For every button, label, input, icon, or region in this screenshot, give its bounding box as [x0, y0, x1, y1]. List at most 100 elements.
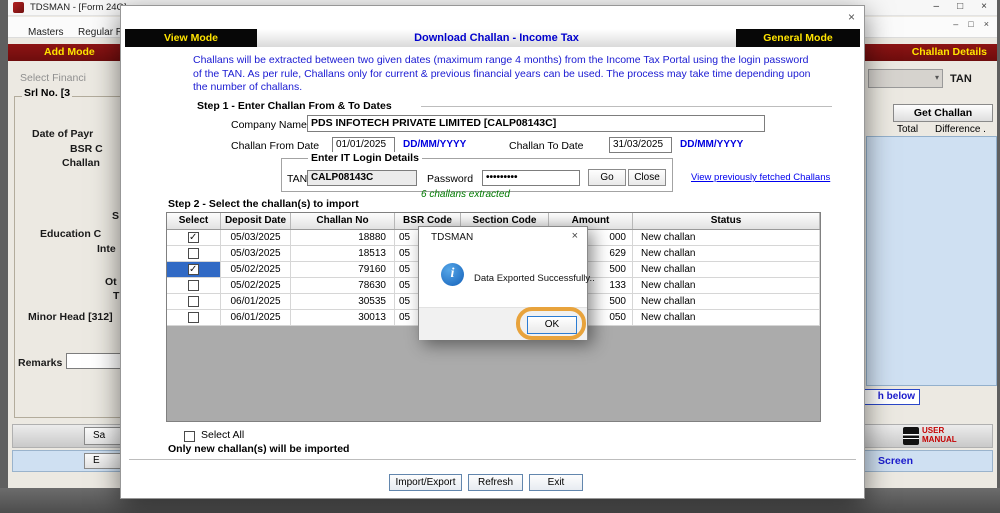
total-label: T — [113, 290, 119, 302]
row3-status: New challan — [633, 262, 820, 277]
window-controls: – □ × — [934, 1, 987, 12]
checkbox-icon[interactable] — [188, 248, 199, 259]
info-icon: i — [441, 263, 464, 286]
menu-masters[interactable]: Masters — [28, 27, 64, 38]
window-title: TDSMAN - [Form 24Q] — [30, 2, 127, 13]
row2-challan-no: 18513 — [291, 246, 395, 261]
row4-challan-no: 78630 — [291, 278, 395, 293]
close-button[interactable]: Close — [628, 169, 666, 186]
import-export-button[interactable]: Import/Export — [389, 474, 462, 491]
step1-label: Step 1 - Enter Challan From & To Dates — [197, 100, 392, 112]
close-icon[interactable]: × — [981, 1, 987, 12]
education-cess-label: Education C — [40, 228, 101, 240]
tdsman-message-box: TDSMAN × i Data Exported Successfully.. … — [418, 226, 588, 340]
footer-divider — [129, 459, 856, 461]
tan-label: TAN — [950, 73, 972, 85]
refresh-button[interactable]: Refresh — [468, 474, 523, 491]
mdi-window-controls: – □ × — [953, 19, 989, 29]
date-of-payment-label: Date of Payr — [32, 128, 93, 140]
message-box-title: TDSMAN — [431, 232, 473, 243]
checkbox-icon[interactable] — [188, 264, 199, 275]
chevron-down-icon: ▾ — [935, 73, 939, 82]
checkbox-icon[interactable] — [188, 232, 199, 243]
ok-button[interactable]: OK — [527, 316, 577, 334]
general-mode-tab[interactable]: General Mode — [736, 29, 860, 47]
row1-challan-no: 18880 — [291, 230, 395, 245]
row2-select-cell[interactable] — [167, 246, 221, 261]
bsr-code-label: BSR C — [70, 143, 103, 155]
row1-select-cell[interactable] — [167, 230, 221, 245]
banner-challan-details[interactable]: Challan Details — [912, 46, 987, 58]
col-select[interactable]: Select — [167, 213, 221, 229]
dialog-title: Download Challan - Income Tax — [257, 29, 736, 47]
view-fetched-challans-link[interactable]: View previously fetched Challans — [691, 172, 830, 183]
row1-status: New challan — [633, 230, 820, 245]
row6-deposit-date: 06/01/2025 — [221, 310, 291, 325]
remarks-label: Remarks — [18, 357, 62, 369]
row5-select-cell[interactable] — [167, 294, 221, 309]
remarks-input[interactable] — [66, 353, 122, 369]
col-deposit-date[interactable]: Deposit Date — [221, 213, 291, 229]
total-column-header: Total — [897, 124, 918, 135]
surcharge-label: S — [112, 210, 119, 222]
row6-select-cell[interactable] — [167, 310, 221, 325]
dialog-close-icon[interactable]: × — [848, 10, 855, 24]
row5-deposit-date: 06/01/2025 — [221, 294, 291, 309]
from-date-input[interactable]: 01/01/2025 — [332, 137, 395, 153]
col-challan-no[interactable]: Challan No — [291, 213, 395, 229]
banner-add-mode[interactable]: Add Mode — [44, 46, 95, 58]
checkbox-icon[interactable] — [188, 280, 199, 291]
tan-input[interactable]: CALP08143C — [307, 170, 417, 186]
row4-select-cell[interactable] — [167, 278, 221, 293]
user-manual-line2: MANUAL — [922, 435, 957, 444]
to-date-input[interactable]: 31/03/2025 — [609, 137, 672, 153]
row3-deposit-date: 05/02/2025 — [221, 262, 291, 277]
user-manual-icon[interactable] — [903, 427, 919, 445]
message-box-text: Data Exported Successfully.. — [474, 273, 595, 284]
select-all-checkbox[interactable] — [184, 431, 195, 442]
challan-label: Challan — [62, 157, 100, 169]
import-note: Only new challan(s) will be imported — [168, 443, 349, 455]
minimize-icon[interactable]: – — [934, 1, 940, 12]
it-login-label: Enter IT Login Details — [308, 152, 422, 164]
difference-column-header: Difference . — [935, 124, 986, 135]
from-date-format-hint: DD/MM/YYYY — [403, 139, 466, 150]
screen: TDSMAN - [Form 24Q] – □ × Masters Regula… — [0, 0, 1000, 513]
minor-head-label: Minor Head [312] — [28, 311, 113, 323]
get-challan-button[interactable]: Get Challan — [893, 104, 993, 122]
checkbox-icon[interactable] — [188, 312, 199, 323]
mdi-restore-icon[interactable]: □ — [968, 19, 973, 29]
go-button[interactable]: Go — [588, 169, 626, 186]
from-date-label: Challan From Date — [231, 140, 319, 152]
row6-challan-no: 30013 — [291, 310, 395, 325]
view-mode-tab[interactable]: View Mode — [125, 29, 257, 47]
checkbox-icon[interactable] — [188, 296, 199, 307]
challans-extracted-note: 6 challans extracted — [421, 189, 510, 200]
password-input[interactable]: ••••••••• — [482, 170, 580, 186]
message-box-close-icon[interactable]: × — [572, 230, 578, 242]
other-label: Ot — [105, 276, 117, 288]
interest-label: Inte — [97, 243, 116, 255]
user-manual-line1: USER — [922, 426, 957, 435]
financial-year-dropdown[interactable]: ▾ — [868, 69, 943, 88]
user-manual-link[interactable]: USER MANUAL — [922, 426, 957, 444]
password-field-label: Password — [427, 173, 473, 185]
step1-divider — [421, 106, 832, 108]
row3-select-cell[interactable] — [167, 262, 221, 277]
full-screen-label[interactable]: Screen — [878, 455, 913, 467]
row2-deposit-date: 05/03/2025 — [221, 246, 291, 261]
table-empty-area — [167, 326, 820, 421]
row5-challan-no: 30535 — [291, 294, 395, 309]
col-status[interactable]: Status — [633, 213, 820, 229]
challan-side-panel — [866, 136, 997, 386]
company-name-input[interactable]: PDS INFOTECH PRIVATE LIMITED [CALP08143C… — [307, 115, 765, 132]
row6-status: New challan — [633, 310, 820, 325]
maximize-icon[interactable]: □ — [957, 1, 963, 12]
row4-deposit-date: 05/02/2025 — [221, 278, 291, 293]
mdi-close-icon[interactable]: × — [984, 19, 989, 29]
exit-button[interactable]: Exit — [529, 474, 583, 491]
to-date-format-hint: DD/MM/YYYY — [680, 139, 743, 150]
mdi-minimize-icon[interactable]: – — [953, 19, 958, 29]
row1-deposit-date: 05/03/2025 — [221, 230, 291, 245]
srl-no-label: Srl No. [3 — [22, 87, 72, 99]
